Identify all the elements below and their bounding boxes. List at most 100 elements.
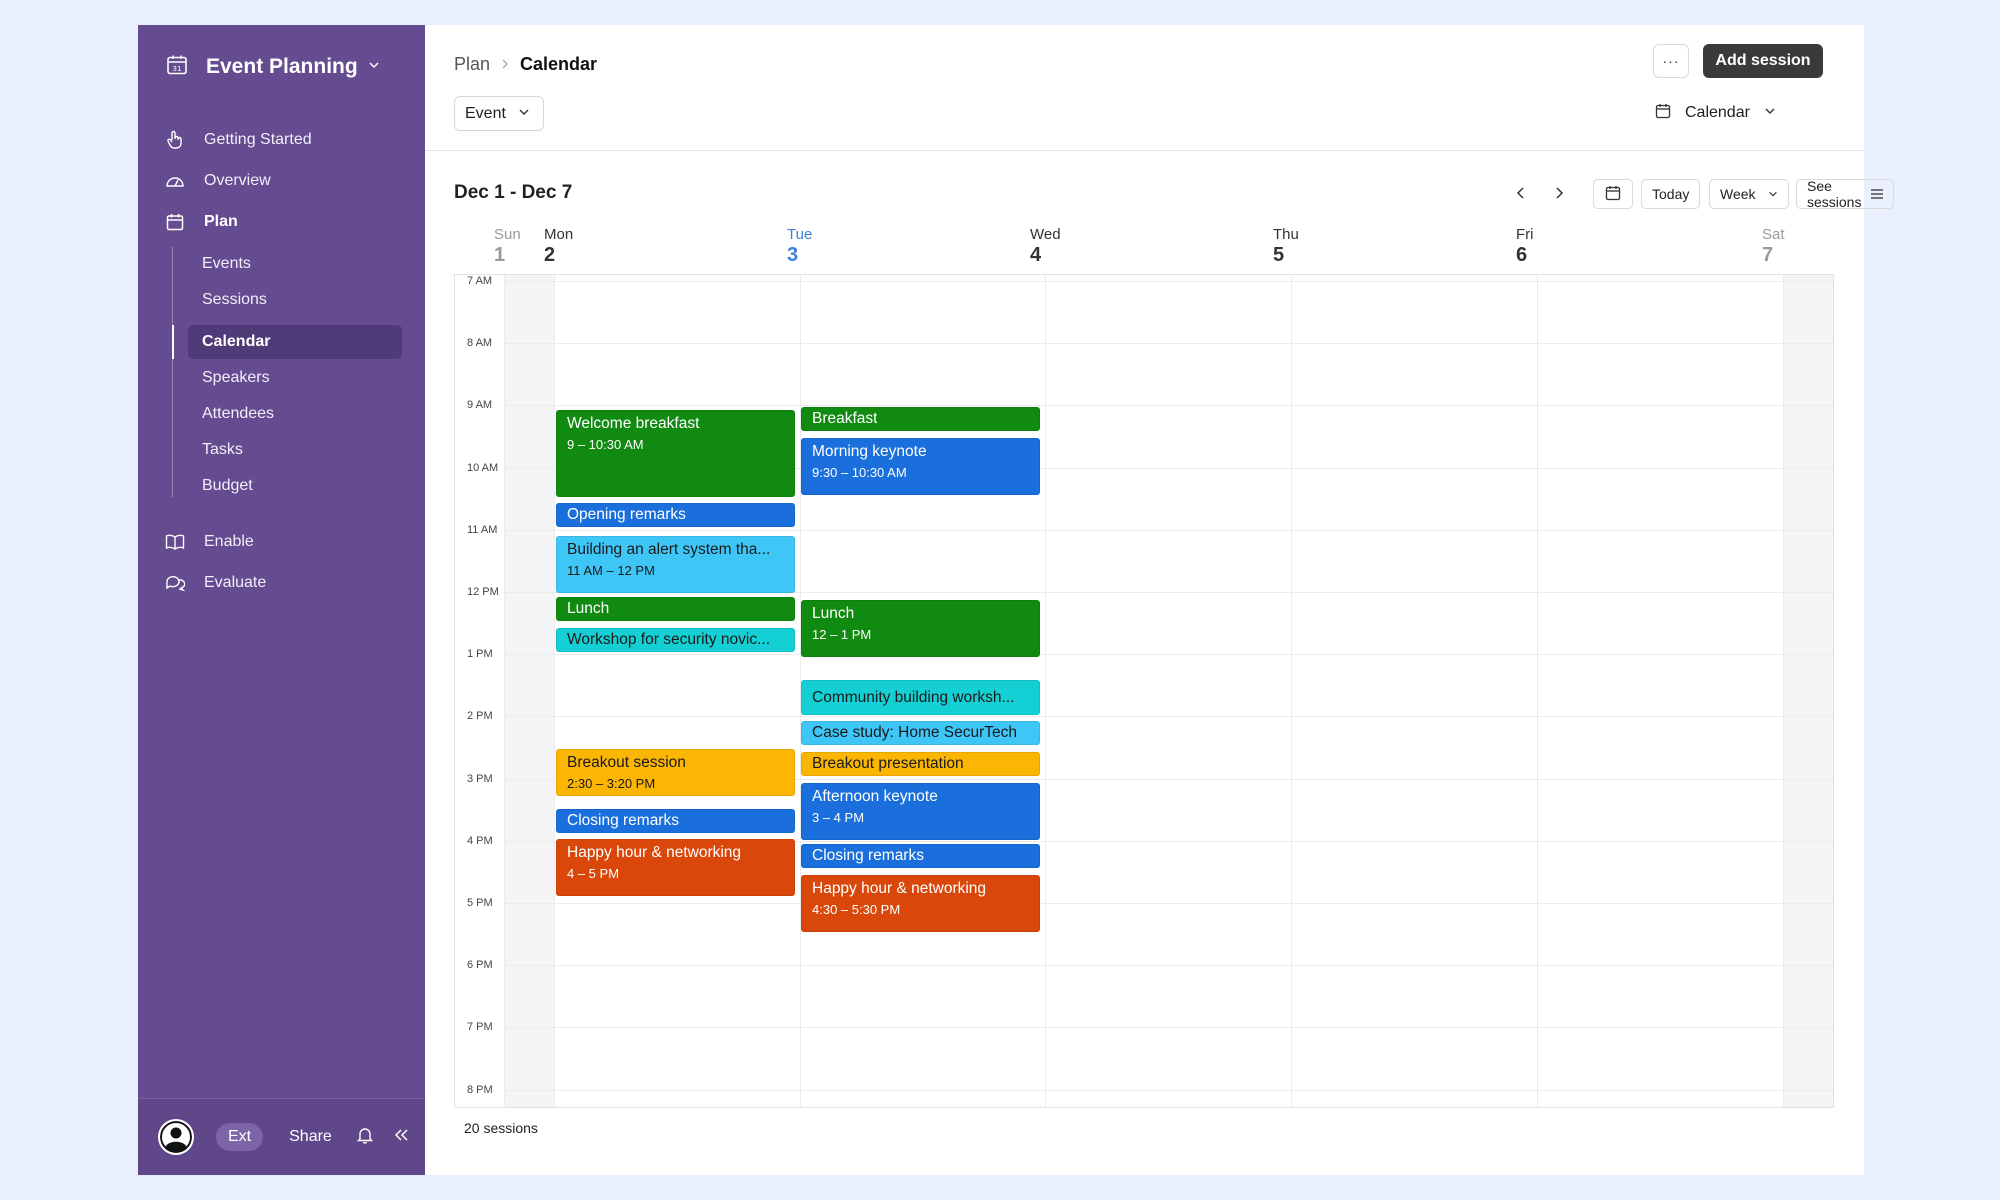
calendar-event[interactable]: Closing remarks (801, 844, 1040, 868)
subnav-guide-line (172, 247, 173, 497)
calendar-event[interactable]: Case study: Home SecurTech (801, 721, 1040, 745)
day-header-wed: Wed 4 (1030, 226, 1061, 266)
chevron-down-icon (518, 105, 530, 123)
page-header: Plan Calendar ··· Add session Event Cale… (425, 25, 1864, 151)
sidebar-item-evaluate[interactable]: Evaluate (164, 566, 266, 600)
hour-gridline (504, 530, 1833, 531)
collapse-sidebar-icon[interactable] (392, 1127, 410, 1148)
hour-label: 4 PM (467, 835, 493, 847)
event-filter-dropdown[interactable]: Event (454, 96, 544, 131)
prev-week-button[interactable] (1511, 183, 1531, 203)
event-title: Welcome breakfast (567, 415, 700, 432)
sidebar-item-events[interactable]: Events (188, 247, 402, 281)
today-button[interactable]: Today (1641, 179, 1701, 209)
event-title: Breakout session (567, 754, 686, 771)
hour-label: 7 PM (467, 1021, 493, 1033)
event-time: 9:30 – 10:30 AM (812, 465, 907, 480)
sidebar-footer: Ext Share (138, 1098, 425, 1175)
hour-label: 5 PM (467, 897, 493, 909)
event-title: Afternoon keynote (812, 788, 938, 805)
day-column-divider (1783, 275, 1784, 1107)
date-range-title: Dec 1 - Dec 7 (454, 182, 573, 203)
breadcrumb: Plan Calendar (454, 49, 597, 79)
day-column-divider (1045, 275, 1046, 1107)
event-title: Happy hour & networking (812, 880, 987, 897)
day-header-thu: Thu 5 (1273, 226, 1299, 266)
event-title: Breakfast (812, 410, 878, 427)
calendar-event[interactable]: Happy hour & networking 4:30 – 5:30 PM (801, 875, 1040, 932)
calendar-event[interactable]: Building an alert system tha... 11 AM – 1… (556, 536, 795, 593)
sidebar-item-enable[interactable]: Enable (164, 525, 254, 559)
hour-gridline (504, 716, 1833, 717)
breadcrumb-plan[interactable]: Plan (454, 54, 490, 75)
next-week-button[interactable] (1549, 183, 1569, 203)
hour-label: 3 PM (467, 773, 493, 785)
event-title: Closing remarks (812, 847, 924, 864)
avatar[interactable] (158, 1119, 194, 1155)
event-title: Community building worksh... (812, 688, 1015, 706)
share-button[interactable]: Share (289, 1128, 332, 1146)
calendar-event[interactable]: Workshop for security novic... (556, 628, 795, 652)
bell-icon[interactable] (356, 1126, 374, 1149)
event-title: Closing remarks (567, 812, 679, 829)
add-session-button[interactable]: Add session (1703, 44, 1823, 78)
calendar-event[interactable]: Morning keynote 9:30 – 10:30 AM (801, 438, 1040, 495)
sidebar-item-calendar[interactable]: Calendar (188, 325, 402, 359)
calendar-event[interactable]: Welcome breakfast 9 – 10:30 AM (556, 410, 795, 497)
week-grid[interactable]: 7 AM 8 AM 9 AM 10 AM 11 AM 12 PM 1 PM 2 PM 3 PM 4… (454, 274, 1834, 1108)
date-picker-button[interactable] (1593, 179, 1633, 209)
hour-label: 1 PM (467, 648, 493, 660)
calendar-event[interactable]: Breakfast (801, 407, 1040, 431)
sidebar-item-getting-started[interactable]: Getting Started (164, 123, 312, 157)
hour-gridline (504, 965, 1833, 966)
calendar-event[interactable]: Breakout presentation (801, 752, 1040, 776)
book-icon (164, 531, 186, 553)
hour-label: 9 AM (467, 399, 493, 411)
day-header-tue: Tue 3 (787, 226, 813, 266)
event-time: 2:30 – 3:20 PM (567, 776, 656, 791)
subnav-active-indicator (172, 325, 174, 359)
sidebar-item-speakers[interactable]: Speakers (188, 361, 402, 395)
see-sessions-button[interactable]: See sessions (1796, 178, 1895, 210)
event-title: Workshop for security novic... (567, 631, 771, 648)
calendar-event[interactable]: Lunch (556, 597, 795, 621)
workspace-switcher[interactable]: 31 Event Planning (166, 52, 380, 82)
day-column-divider (1291, 275, 1292, 1107)
calendar-event[interactable]: Afternoon keynote 3 – 4 PM (801, 783, 1040, 840)
event-time: 4:30 – 5:30 PM (812, 902, 901, 917)
sidebar-item-budget[interactable]: Budget (188, 469, 402, 503)
calendar-event[interactable]: Community building worksh... (801, 680, 1040, 715)
sidebar-item-overview[interactable]: Overview (164, 164, 271, 198)
calendar-event[interactable]: Happy hour & networking 4 – 5 PM (556, 839, 795, 896)
calendar-icon: 31 (166, 54, 188, 81)
day-column-divider (1537, 275, 1538, 1107)
chevron-right-icon (500, 54, 510, 75)
weekend-column-sun (504, 275, 554, 1107)
view-switcher-dropdown[interactable]: Calendar (1655, 97, 1776, 129)
calendar-event[interactable]: Lunch 12 – 1 PM (801, 600, 1040, 657)
sidebar: 31 Event Planning Getting Started Overvi… (138, 25, 425, 1175)
calendar-icon (1655, 103, 1671, 124)
event-time: 3 – 4 PM (812, 810, 865, 825)
chat-bubbles-icon (164, 572, 186, 594)
event-title: Lunch (812, 605, 855, 622)
main-panel: Plan Calendar ··· Add session Event Cale… (425, 25, 1895, 1175)
sidebar-item-sessions[interactable]: Sessions (188, 283, 402, 317)
day-header-sat: Sat 7 (1762, 226, 1785, 266)
ext-badge[interactable]: Ext (216, 1123, 264, 1151)
calendar-event[interactable]: Closing remarks (556, 809, 795, 833)
sidebar-item-tasks[interactable]: Tasks (188, 433, 402, 467)
calendar-event[interactable]: Breakout session 2:30 – 3:20 PM (556, 749, 795, 796)
event-title: Lunch (567, 600, 610, 617)
hour-label: 2 PM (467, 710, 493, 722)
week-view-dropdown[interactable]: Week (1709, 179, 1789, 209)
chevron-down-icon (1768, 186, 1778, 202)
hour-label: 12 PM (467, 586, 499, 598)
more-options-button[interactable]: ··· (1653, 44, 1689, 78)
chevron-down-icon (368, 58, 380, 76)
calendar-event[interactable]: Opening remarks (556, 503, 795, 527)
calendar-icon (1605, 185, 1621, 204)
gauge-icon (164, 170, 186, 192)
sidebar-item-plan[interactable]: Plan (164, 205, 238, 239)
sidebar-item-attendees[interactable]: Attendees (188, 397, 402, 431)
